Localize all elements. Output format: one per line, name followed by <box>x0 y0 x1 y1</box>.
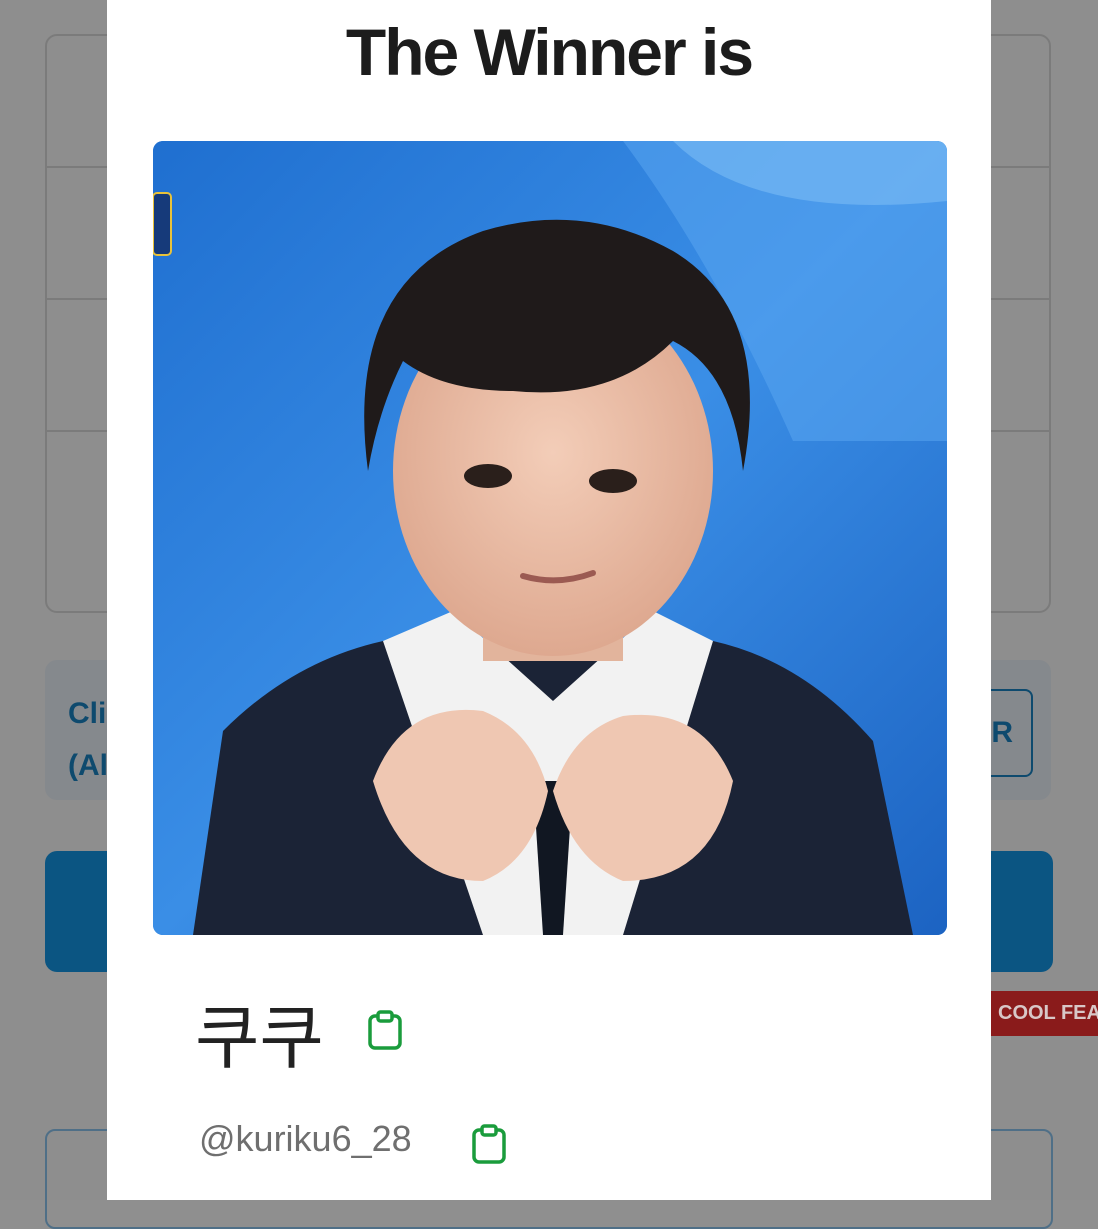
winner-photo <box>153 141 947 935</box>
winner-modal: The Winner is 쿠쿠 @kuriku6_28 <box>107 0 991 1200</box>
background-ribbon: COOL FEAT <box>990 991 1098 1036</box>
winner-name: 쿠쿠 <box>195 997 324 1079</box>
background-outline-button-label: R <box>991 716 1013 749</box>
copy-name-clipboard-icon[interactable] <box>367 1010 403 1055</box>
winner-photo-illustration <box>153 141 947 935</box>
copy-handle-clipboard-icon[interactable] <box>471 1124 507 1169</box>
modal-title: The Winner is <box>345 15 754 89</box>
winner-handle: @kuriku6_28 <box>199 1118 412 1159</box>
background-info-text: Cli (Al <box>68 697 108 782</box>
